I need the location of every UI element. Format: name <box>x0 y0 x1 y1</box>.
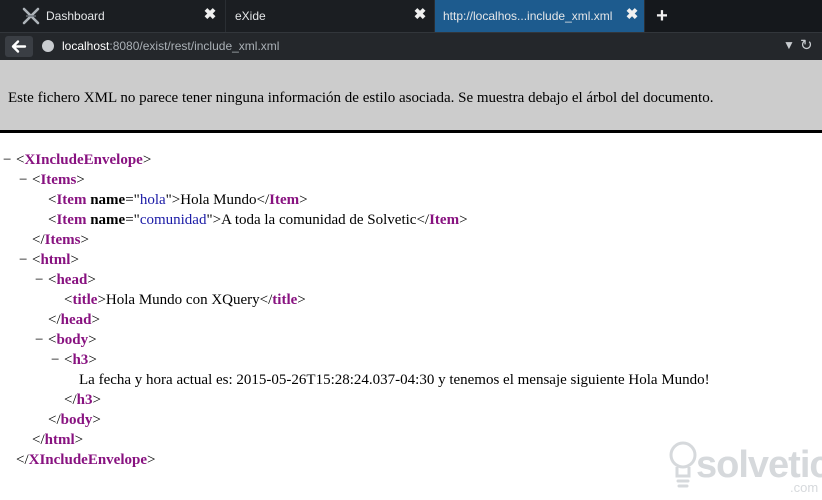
xml-text: A toda la comunidad de Solvetic <box>221 212 417 228</box>
tab-include-xml-label: http://localhos...include_xml.xml <box>443 9 613 23</box>
xml-tag: Item <box>429 212 460 228</box>
back-button[interactable] <box>5 36 33 57</box>
xml-attr-value: hola <box>139 192 166 208</box>
xml-info-banner: Este fichero XML no parece tener ninguna… <box>0 60 822 133</box>
watermark-domain: .com <box>790 480 819 495</box>
back-arrow-icon <box>11 40 27 53</box>
xml-tag: html <box>40 252 71 268</box>
tree-line-root-close: </XIncludeEnvelope> <box>16 452 156 468</box>
tab-exide[interactable]: eXide ✖ <box>226 0 435 32</box>
xml-tag: html <box>44 432 75 448</box>
tab-exide-label: eXide <box>235 9 266 23</box>
xml-tag: Item <box>269 192 300 208</box>
tree-line-title: <title>Hola Mundo con XQuery</title> <box>64 292 306 308</box>
tree-line-item-comunidad: <Item name="comunidad">A toda la comunid… <box>48 212 468 228</box>
tab-include-xml[interactable]: http://localhos...include_xml.xml ✖ <box>435 0 645 32</box>
collapse-toggle[interactable]: − <box>35 330 48 350</box>
tab-dashboard[interactable]: Dashboard ✖ <box>0 0 226 32</box>
xml-tag: body <box>56 332 89 348</box>
xml-tag: h3 <box>76 392 93 408</box>
url-text[interactable]: localhost:8080/exist/rest/include_xml.xm… <box>62 39 279 53</box>
tab-strip: Dashboard ✖ eXide ✖ http://localhos...in… <box>0 0 822 32</box>
collapse-toggle[interactable]: − <box>51 350 64 370</box>
xml-attr-value: comunidad <box>139 212 207 228</box>
url-dropdown-icon[interactable]: ▼ <box>783 38 795 52</box>
tree-line-h3-text: La fecha y hora actual es: 2015-05-26T15… <box>79 370 710 390</box>
url-host: localhost <box>62 39 110 53</box>
tree-line-body-close: </body> <box>48 412 101 428</box>
xml-tag: Items <box>44 232 81 248</box>
xml-tag: h3 <box>72 352 89 368</box>
bulb-logo-icon <box>669 441 697 488</box>
xml-text: Hola Mundo con XQuery <box>105 292 260 308</box>
tree-line-item-hola: <Item name="hola">Hola Mundo</Item> <box>48 192 308 208</box>
xml-attr-name: name <box>90 212 126 228</box>
xml-tag: body <box>60 412 93 428</box>
tree-line-html-close: </html> <box>32 432 84 448</box>
collapse-toggle[interactable]: − <box>3 150 16 170</box>
tab-exide-close-icon[interactable]: ✖ <box>413 6 427 24</box>
xml-tag: title <box>72 292 98 308</box>
new-tab-button[interactable]: + <box>653 6 671 26</box>
xml-tag: Item <box>56 192 87 208</box>
url-path: :8080/exist/rest/include_xml.xml <box>109 39 280 53</box>
tree-line-items-close: </Items> <box>32 232 89 248</box>
tree-line-h3-open: − <h3> <box>51 350 97 370</box>
navigation-bar: localhost:8080/exist/rest/include_xml.xm… <box>0 32 822 60</box>
tree-line-head-close: </head> <box>48 312 100 328</box>
collapse-toggle[interactable]: − <box>19 250 32 270</box>
xml-tag: Item <box>56 212 87 228</box>
xml-text: Hola Mundo <box>180 192 257 208</box>
collapse-toggle[interactable]: − <box>35 270 48 290</box>
xml-attr-name: name <box>90 192 126 208</box>
globe-icon <box>42 40 54 52</box>
reload-icon[interactable]: ↻ <box>800 36 813 54</box>
xml-tag: Items <box>40 172 77 188</box>
xml-tag: title <box>272 292 298 308</box>
xml-tag: XIncludeEnvelope <box>28 452 147 468</box>
xml-text: La fecha y hora actual es: 2015-05-26T15… <box>79 372 710 388</box>
tab-dashboard-close-icon[interactable]: ✖ <box>203 6 217 24</box>
solvetic-watermark: solvetic .com <box>660 440 822 500</box>
xml-tag: head <box>56 272 88 288</box>
tree-line-body-open: − <body> <box>35 330 97 350</box>
tree-line-root-open: − <XIncludeEnvelope> <box>3 150 152 170</box>
tree-line-items-open: − <Items> <box>19 170 85 190</box>
tree-line-html-open: − <html> <box>19 250 79 270</box>
exist-x-icon <box>22 7 40 25</box>
tab-include-xml-close-icon[interactable]: ✖ <box>625 6 639 24</box>
tree-line-h3-close: </h3> <box>64 392 101 408</box>
collapse-toggle[interactable]: − <box>19 170 32 190</box>
xml-tag: head <box>60 312 92 328</box>
address-bar[interactable]: localhost:8080/exist/rest/include_xml.xm… <box>36 36 816 57</box>
xml-info-message: Este fichero XML no parece tener ninguna… <box>8 90 714 106</box>
tab-dashboard-label: Dashboard <box>46 9 105 23</box>
tree-line-head-open: − <head> <box>35 270 96 290</box>
xml-tag: XIncludeEnvelope <box>24 152 143 168</box>
